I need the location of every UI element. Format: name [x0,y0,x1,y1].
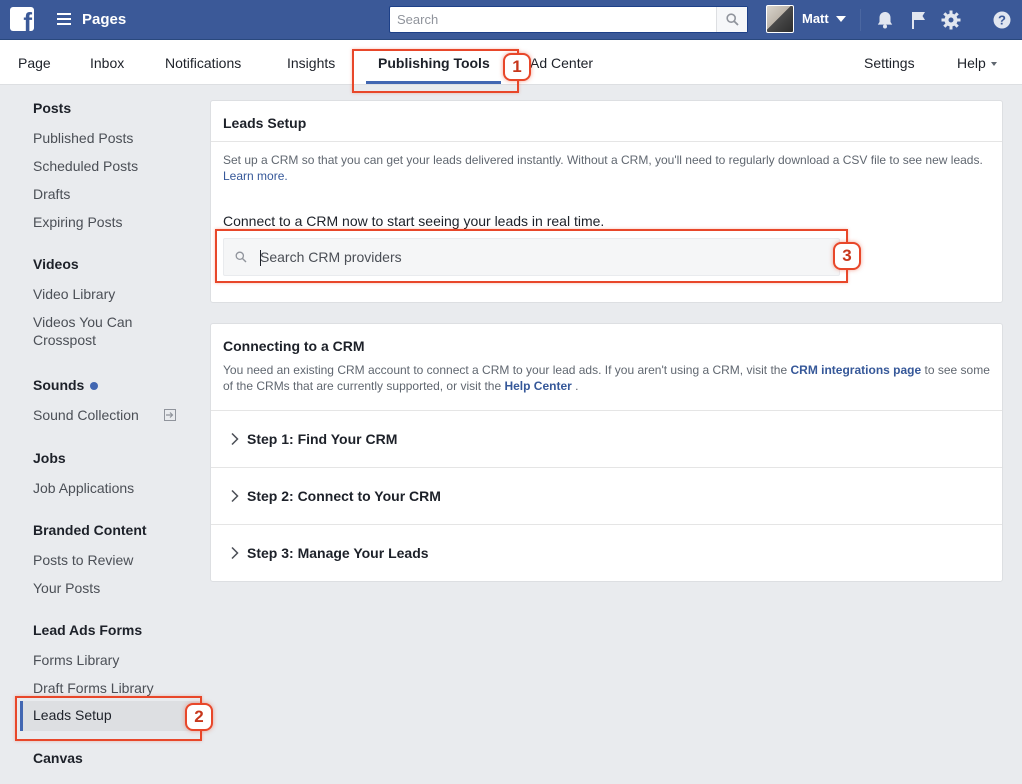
tab-help[interactable]: Help [957,55,997,71]
user-name[interactable]: Matt [802,11,829,26]
chevron-right-icon [231,489,239,503]
tab-insights[interactable]: Insights [287,55,335,71]
leads-setup-description: Set up a CRM so that you can get your le… [223,152,993,184]
connecting-crm-description: You need an existing CRM account to conn… [223,362,993,394]
avatar[interactable] [766,5,794,33]
svg-text:?: ? [998,13,1006,28]
facebook-logo-icon[interactable]: f [10,7,34,31]
sidebar-heading-videos: Videos [33,256,79,272]
top-search-box [389,6,748,33]
top-search-input[interactable] [390,7,718,32]
sidebar: Posts Published Posts Scheduled Posts Dr… [0,86,200,784]
sidebar-item-job-applications[interactable]: Job Applications [33,479,134,497]
caret-down-icon[interactable] [836,16,846,22]
sidebar-item-scheduled-posts[interactable]: Scheduled Posts [33,157,138,175]
sidebar-item-expiring-posts[interactable]: Expiring Posts [33,213,122,231]
learn-more-link[interactable]: Learn more. [223,169,288,183]
leads-setup-title: Leads Setup [223,115,307,131]
annotation-highlight-leads-setup [15,696,202,741]
connecting-crm-card: Connecting to a CRM You need an existing… [210,323,1003,582]
bell-icon[interactable] [874,9,896,31]
sidebar-item-videos-crosspost[interactable]: Videos You Can Crosspost [33,313,163,349]
tab-page[interactable]: Page [18,55,51,71]
sidebar-heading-branded-content: Branded Content [33,522,147,538]
top-search-button[interactable] [716,7,747,32]
sidebar-item-your-posts[interactable]: Your Posts [33,579,100,597]
sidebar-heading-canvas[interactable]: Canvas [33,750,83,766]
connect-crm-text: Connect to a CRM now to start seeing you… [223,213,605,229]
annotation-badge-2: 2 [185,703,213,731]
annotation-highlight-publishing-tools [352,49,519,93]
step-1-label: Step 1: Find Your CRM [247,431,398,447]
gear-icon[interactable] [940,9,962,31]
step-3-row[interactable]: Step 3: Manage Your Leads [211,525,1002,581]
connecting-desc-end: . [575,379,579,393]
card-divider [211,141,1002,142]
sidebar-item-sound-collection[interactable]: Sound Collection [33,406,139,424]
step-2-label: Step 2: Connect to Your CRM [247,488,441,504]
tab-ad-center[interactable]: Ad Center [530,55,593,71]
sidebar-heading-sounds-label: Sounds [33,377,85,393]
sidebar-item-posts-to-review[interactable]: Posts to Review [33,551,133,569]
help-icon[interactable]: ? [991,9,1013,31]
external-link-icon[interactable] [163,408,177,422]
sidebar-heading-posts: Posts [33,100,72,116]
annotation-badge-1: 1 [503,53,531,81]
flag-icon[interactable] [908,9,930,31]
annotation-badge-3: 3 [833,242,861,270]
top-bar: f Pages Matt ? [0,0,1022,40]
sidebar-item-video-library[interactable]: Video Library [33,285,115,303]
leads-setup-description-text: Set up a CRM so that you can get your le… [223,153,983,167]
chevron-right-icon [231,432,239,446]
sidebar-item-draft-forms-library[interactable]: Draft Forms Library [33,679,154,697]
connecting-crm-title: Connecting to a CRM [223,338,365,354]
sidebar-item-published-posts[interactable]: Published Posts [33,129,133,147]
sidebar-item-drafts[interactable]: Drafts [33,185,70,203]
step-2-row[interactable]: Step 2: Connect to Your CRM [211,468,1002,524]
menu-icon[interactable] [57,13,71,25]
caret-down-icon [990,62,997,67]
sidebar-heading-jobs: Jobs [33,450,66,466]
step-3-label: Step 3: Manage Your Leads [247,545,429,561]
connecting-desc-part1: You need an existing CRM account to conn… [223,363,788,377]
new-indicator-dot [90,382,99,391]
help-center-link[interactable]: Help Center [504,379,571,393]
top-bar-divider [860,9,861,31]
app-title[interactable]: Pages [82,11,126,28]
sidebar-heading-sounds: Sounds [33,377,99,393]
tab-inbox[interactable]: Inbox [90,55,124,71]
chevron-right-icon [231,546,239,560]
sidebar-item-forms-library[interactable]: Forms Library [33,651,119,669]
tab-settings[interactable]: Settings [864,55,915,71]
search-icon [726,13,739,26]
tab-notifications[interactable]: Notifications [165,55,241,71]
sidebar-heading-lead-ads-forms: Lead Ads Forms [33,622,143,638]
tab-help-label: Help [957,55,986,71]
step-1-row[interactable]: Step 1: Find Your CRM [211,411,1002,467]
crm-integrations-link[interactable]: CRM integrations page [790,363,921,377]
annotation-highlight-crm-search [215,229,848,283]
